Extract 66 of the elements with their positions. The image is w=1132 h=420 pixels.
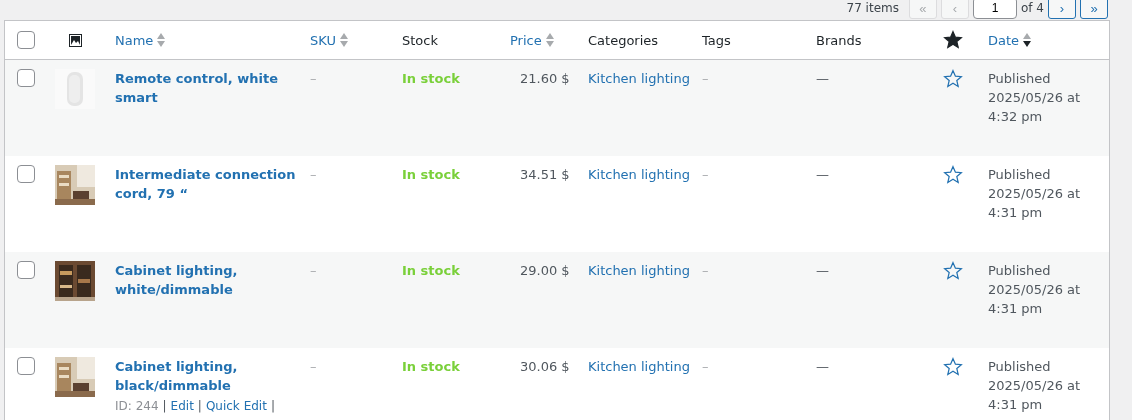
separator: |	[197, 398, 202, 415]
sku-value: –	[310, 359, 317, 374]
sort-icon	[157, 33, 166, 47]
price-value: 34.51 $	[520, 167, 570, 182]
tags-value: –	[702, 263, 709, 278]
edit-link[interactable]: Edit	[170, 397, 194, 416]
price-value: 30.06 $	[520, 359, 570, 374]
tags-value: –	[702, 359, 709, 374]
product-id: ID: 244	[115, 398, 159, 415]
publish-date: Published 2025/05/26 at 4:31 pm	[988, 262, 1082, 318]
separator: |	[162, 398, 167, 415]
row-checkbox[interactable]	[17, 165, 35, 183]
star-icon[interactable]	[943, 165, 963, 185]
row-checkbox[interactable]	[17, 357, 35, 375]
row-checkbox[interactable]	[17, 69, 35, 87]
price-value: 21.60 $	[520, 71, 570, 86]
product-name-link[interactable]: Cabinet lighting, white/dimmable	[115, 261, 302, 299]
publish-date: Published 2025/05/26 at 4:32 pm	[988, 70, 1082, 126]
publish-date: Published 2025/05/26 at 4:31 pm	[988, 166, 1082, 222]
star-icon[interactable]	[943, 69, 963, 89]
category-link[interactable]: Kitchen lighting	[588, 71, 690, 86]
last-page-button[interactable]: »	[1080, 0, 1108, 19]
column-header[interactable]: Name	[115, 32, 154, 48]
category-link[interactable]: Kitchen lighting	[588, 263, 690, 278]
price-value: 29.00 $	[520, 263, 570, 278]
item-count: 77 items	[846, 1, 899, 15]
page-number-field[interactable]: 1	[973, 0, 1017, 19]
column-header[interactable]: Date	[988, 32, 1020, 48]
column-header: Stock	[402, 32, 438, 48]
brands-value: —	[816, 263, 829, 278]
tags-value: –	[702, 71, 709, 86]
sku-value: –	[310, 263, 317, 278]
sort-icon	[339, 33, 348, 47]
sort-icon	[1023, 33, 1032, 47]
column-header[interactable]: SKU	[310, 32, 336, 48]
category-link[interactable]: Kitchen lighting	[588, 167, 690, 182]
star-icon[interactable]	[943, 357, 963, 377]
column-header: Tags	[702, 32, 731, 48]
brands-value: —	[816, 359, 829, 374]
stock-status: In stock	[402, 359, 460, 374]
column-header: Categories	[588, 32, 659, 48]
product-name-link[interactable]: Remote control, white smart	[115, 69, 302, 107]
stock-status: In stock	[402, 263, 460, 278]
star-icon[interactable]	[943, 261, 963, 281]
publish-date: Published 2025/05/26 at 4:31 pm	[988, 358, 1082, 414]
sku-value: –	[310, 71, 317, 86]
product-name-link[interactable]: Intermediate connection cord, 79 “	[115, 165, 302, 203]
row-checkbox[interactable]	[17, 261, 35, 279]
category-link[interactable]: Kitchen lighting	[588, 359, 690, 374]
separator: |	[270, 398, 275, 415]
star-icon	[943, 30, 963, 50]
column-header: Brands	[816, 32, 862, 48]
tags-value: –	[702, 167, 709, 182]
sort-icon	[545, 33, 554, 47]
brands-value: —	[816, 167, 829, 182]
sku-value: –	[310, 167, 317, 182]
image-icon	[69, 33, 82, 47]
next-page-button[interactable]: ›	[1048, 0, 1076, 19]
stock-status: In stock	[402, 167, 460, 182]
stock-status: In stock	[402, 71, 460, 86]
product-name-link[interactable]: Cabinet lighting, black/dimmable	[115, 357, 302, 395]
page-total: of 4	[1021, 1, 1044, 15]
quick-edit-link[interactable]: Quick Edit	[205, 397, 267, 416]
brands-value: —	[816, 71, 829, 86]
select-all-checkbox[interactable]	[17, 31, 35, 49]
column-header[interactable]: Price	[510, 32, 542, 48]
